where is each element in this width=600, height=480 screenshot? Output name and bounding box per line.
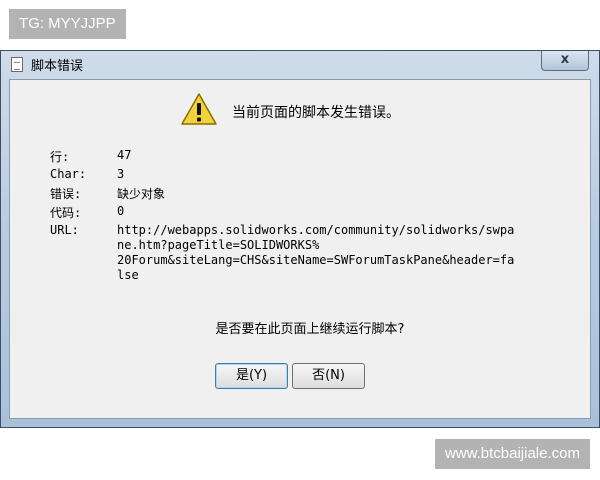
char-value: 3 [117, 167, 125, 181]
close-button[interactable]: x [541, 51, 589, 71]
line-value: 47 [117, 148, 132, 162]
url-label: URL: [50, 223, 79, 237]
continue-question: 是否要在此页面上继续运行脚本? [215, 322, 405, 337]
error-message: 当前页面的脚本发生错误。 [232, 105, 400, 121]
warning-icon [181, 93, 217, 125]
watermark-top: TG: MYYJJPP [9, 9, 126, 39]
watermark-bottom: www.btcbaijiale.com [434, 439, 590, 469]
dialog-body: 当前页面的脚本发生错误。 行: 47 Char: 3 错误: 缺少对象 代码: … [9, 79, 591, 419]
title-bar[interactable]: 脚本错误 x [1, 51, 599, 77]
document-icon [11, 57, 23, 72]
yes-button[interactable]: 是(Y) [215, 363, 288, 389]
line-label: 行: [50, 150, 70, 164]
error-value: 缺少对象 [117, 187, 166, 201]
code-label: 代码: [50, 206, 82, 220]
code-value: 0 [117, 204, 125, 218]
no-button[interactable]: 否(N) [292, 363, 365, 389]
error-label: 错误: [50, 187, 82, 201]
char-label: Char: [50, 167, 87, 181]
dialog-title: 脚本错误 [31, 59, 84, 74]
url-value: http://webapps.solidworks.com/community/… [117, 223, 515, 282]
script-error-dialog: 脚本错误 x 当前页面的脚本发生错误。 行: 47 Char: 3 错误: 缺少… [0, 50, 600, 428]
